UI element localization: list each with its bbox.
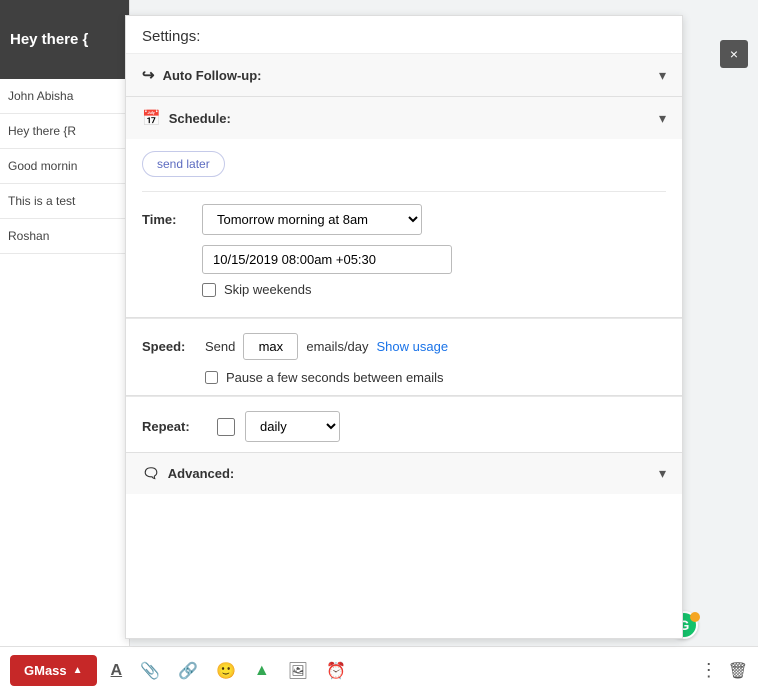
advanced-chevron-icon: ▾ <box>659 465 666 482</box>
reply-icon: ↪ <box>142 66 155 84</box>
email-item-5[interactable]: Roshan <box>0 219 129 254</box>
auto-follow-up-header[interactable]: ↪ Auto Follow-up: ▾ <box>126 54 682 96</box>
schedule-icon[interactable]: ⏰ <box>322 657 350 685</box>
schedule-label: Schedule: <box>169 111 231 126</box>
advanced-header-left: 🗨 Advanced: <box>142 465 234 482</box>
datetime-input[interactable] <box>202 245 452 274</box>
pause-row: Pause a few seconds between emails <box>205 370 666 385</box>
drive-icon[interactable]: ▲ <box>250 658 274 684</box>
show-usage-link[interactable]: Show usage <box>377 339 449 354</box>
repeat-select[interactable]: daily weekly monthly <box>245 411 340 442</box>
send-later-button[interactable]: send later <box>142 151 225 177</box>
time-field-row: Time: Tomorrow morning at 8am In 1 hour … <box>142 204 666 235</box>
speed-unit: emails/day <box>306 339 368 354</box>
schedule-header-left: 📅 Schedule: <box>142 109 231 127</box>
divider <box>142 191 666 192</box>
gmass-button[interactable]: GMass ▲ <box>10 655 97 686</box>
grammarly-notification-badge <box>690 612 700 622</box>
schedule-chevron-icon: ▾ <box>659 110 666 127</box>
repeat-label: Repeat: <box>142 419 207 434</box>
repeat-section: Repeat: daily weekly monthly <box>126 397 682 453</box>
schedule-header[interactable]: 📅 Schedule: ▾ <box>126 97 682 139</box>
schedule-section: 📅 Schedule: ▾ send later Time: Tomorrow … <box>126 97 682 318</box>
email-list-title: Hey there { <box>10 31 88 48</box>
attachment-icon[interactable]: 📎 <box>136 657 164 685</box>
auto-follow-up-chevron-icon: ▾ <box>659 67 666 84</box>
auto-follow-up-section: ↪ Auto Follow-up: ▾ <box>126 54 682 97</box>
calendar-icon: 📅 <box>142 109 161 127</box>
pause-label: Pause a few seconds between emails <box>226 370 444 385</box>
email-item-4[interactable]: This is a test <box>0 184 129 219</box>
skip-weekends-checkbox[interactable] <box>202 283 216 297</box>
auto-follow-up-header-left: ↪ Auto Follow-up: <box>142 66 262 84</box>
speed-row: Speed: Send emails/day Show usage <box>142 333 666 360</box>
more-options-icon[interactable]: ⋮ <box>700 660 718 681</box>
gmass-toolbar: GMass ▲ A 📎 🔗 🙂 ▲ 🖼 ⏰ ⋮ 🗑 <box>0 646 758 694</box>
auto-follow-up-label: Auto Follow-up: <box>163 68 262 83</box>
chat-icon: 🗨 <box>142 465 160 482</box>
speed-section: Speed: Send emails/day Show usage Pause … <box>126 319 682 396</box>
gmass-chevron-icon: ▲ <box>73 665 83 676</box>
skip-weekends-row: Skip weekends <box>202 282 666 297</box>
repeat-checkbox[interactable] <box>217 418 235 436</box>
email-list-header: Hey there { <box>0 0 129 79</box>
delete-icon[interactable]: 🗑 <box>728 661 748 681</box>
advanced-section: 🗨 Advanced: ▾ <box>126 453 682 494</box>
link-icon[interactable]: 🔗 <box>174 657 202 685</box>
close-button[interactable]: × <box>720 40 748 68</box>
skip-weekends-label: Skip weekends <box>224 282 311 297</box>
time-label: Time: <box>142 212 192 227</box>
time-select[interactable]: Tomorrow morning at 8am In 1 hour Custom <box>202 204 422 235</box>
gmass-label: GMass <box>24 663 67 678</box>
email-item-2[interactable]: Hey there {R <box>0 114 129 149</box>
format-text-icon[interactable]: A <box>107 658 127 684</box>
settings-modal: Settings: ↪ Auto Follow-up: ▾ 📅 Schedule… <box>125 15 683 639</box>
speed-send-text: Send <box>205 339 235 354</box>
speed-input[interactable] <box>243 333 298 360</box>
settings-title: Settings: <box>126 16 682 54</box>
repeat-row: Repeat: daily weekly monthly <box>142 411 666 442</box>
email-item-3[interactable]: Good mornin <box>0 149 129 184</box>
speed-label: Speed: <box>142 339 197 354</box>
email-list-panel: Hey there { John Abisha Hey there {R Goo… <box>0 0 130 694</box>
advanced-label: Advanced: <box>168 466 234 481</box>
image-icon[interactable]: 🖼 <box>284 657 312 685</box>
pause-checkbox[interactable] <box>205 371 218 384</box>
advanced-header[interactable]: 🗨 Advanced: ▾ <box>126 453 682 494</box>
emoji-icon[interactable]: 🙂 <box>212 657 240 685</box>
email-item-1[interactable]: John Abisha <box>0 79 129 114</box>
schedule-content: send later Time: Tomorrow morning at 8am… <box>126 139 682 317</box>
